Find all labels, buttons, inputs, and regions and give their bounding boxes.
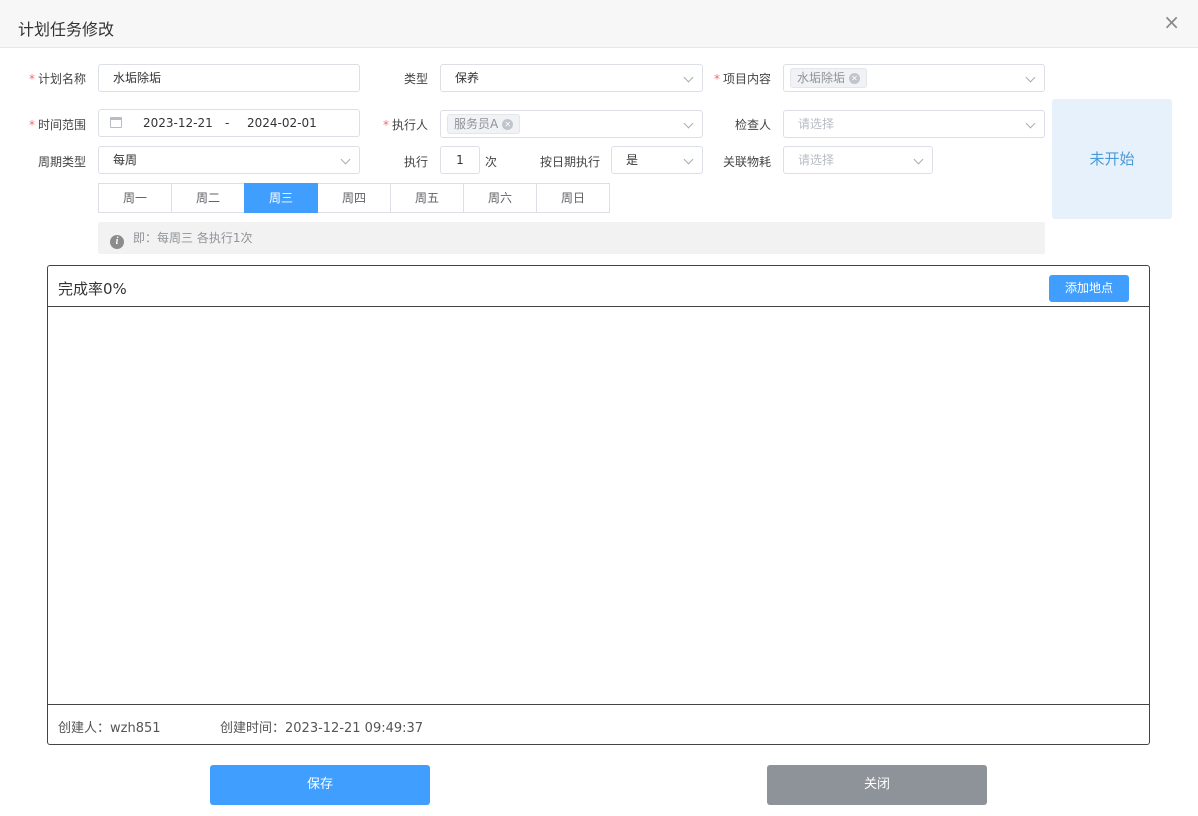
weekday-button[interactable]: 周日 bbox=[536, 183, 610, 213]
inspector-select[interactable]: 请选择 bbox=[783, 110, 1045, 138]
location-list bbox=[48, 307, 1149, 705]
weekday-button[interactable]: 周四 bbox=[317, 183, 391, 213]
weekday-selector: 周一 周二 周三 周四 周五 周六 周日 bbox=[98, 183, 610, 213]
chevron-down-icon bbox=[913, 154, 924, 165]
item-content-tag: 水垢除垢 ✕ bbox=[790, 68, 868, 88]
location-panel: 完成率0% 添加地点 创建人：wzh851 创建时间：2023-12-21 09… bbox=[47, 265, 1150, 745]
by-date-label: 按日期执行 bbox=[539, 155, 600, 169]
time-range-picker[interactable]: 2023-12-21 - 2024-02-01 bbox=[98, 109, 360, 137]
execute-count-input[interactable]: 1 bbox=[440, 146, 480, 174]
hint-text: 即：每周三 各执行1次 bbox=[133, 231, 253, 245]
weekday-button[interactable]: 周三 bbox=[244, 183, 318, 213]
close-button[interactable]: 关闭 bbox=[767, 765, 987, 805]
calendar-icon bbox=[110, 117, 122, 128]
item-content-select[interactable]: 水垢除垢 ✕ bbox=[783, 64, 1045, 92]
creator-text: 创建人：wzh851 bbox=[58, 721, 161, 736]
chevron-down-icon bbox=[683, 118, 694, 129]
schedule-hint: i 即：每周三 各执行1次 bbox=[98, 222, 1045, 254]
info-icon: i bbox=[110, 235, 124, 249]
weekday-button[interactable]: 周六 bbox=[463, 183, 537, 213]
cycle-type-select[interactable]: 每周 bbox=[98, 146, 360, 174]
inspector-label: 检查人 bbox=[734, 118, 771, 132]
tag-remove-icon[interactable]: ✕ bbox=[502, 119, 514, 130]
chevron-down-icon bbox=[340, 154, 351, 165]
panel-footer: 创建人：wzh851 创建时间：2023-12-21 09:49:37 bbox=[48, 704, 1149, 744]
created-time-text: 创建时间：2023-12-21 09:49:37 bbox=[220, 721, 424, 736]
execute-unit: 次 bbox=[485, 155, 498, 169]
chevron-down-icon bbox=[683, 72, 694, 83]
type-select[interactable]: 保养 bbox=[440, 64, 703, 92]
executor-label: * 执行人 bbox=[382, 118, 428, 132]
add-location-button[interactable]: 添加地点 bbox=[1049, 275, 1129, 302]
weekday-button[interactable]: 周二 bbox=[171, 183, 245, 213]
chevron-down-icon bbox=[1025, 118, 1036, 129]
time-range-label: * 时间范围 bbox=[28, 118, 86, 132]
weekday-button[interactable]: 周一 bbox=[98, 183, 172, 213]
save-button[interactable]: 保存 bbox=[210, 765, 430, 805]
dialog-title: 计划任务修改 bbox=[18, 20, 115, 39]
materials-label: 关联物耗 bbox=[722, 155, 771, 169]
chevron-down-icon bbox=[1025, 72, 1036, 83]
end-date[interactable]: 2024-02-01 bbox=[247, 110, 317, 136]
chevron-down-icon bbox=[683, 154, 694, 165]
executor-tag: 服务员A ✕ bbox=[447, 114, 521, 134]
date-separator: - bbox=[225, 116, 230, 130]
type-label: 类型 bbox=[403, 72, 428, 86]
by-date-select[interactable]: 是 bbox=[611, 146, 703, 174]
cycle-type-label: 周期类型 bbox=[37, 155, 86, 169]
close-icon[interactable]: × bbox=[1163, 12, 1180, 32]
materials-select[interactable]: 请选择 bbox=[783, 146, 933, 174]
completion-rate: 完成率0% bbox=[58, 280, 127, 298]
executor-select[interactable]: 服务员A ✕ bbox=[440, 110, 703, 138]
execute-label: 执行 bbox=[403, 155, 428, 169]
tag-remove-icon[interactable]: ✕ bbox=[849, 73, 861, 84]
status-badge: 未开始 bbox=[1052, 99, 1172, 219]
start-date[interactable]: 2023-12-21 bbox=[143, 110, 213, 136]
plan-name-input[interactable]: 水垢除垢 bbox=[98, 64, 360, 92]
item-content-label: * 项目内容 bbox=[713, 72, 771, 86]
weekday-button[interactable]: 周五 bbox=[390, 183, 464, 213]
plan-name-label: * 计划名称 bbox=[28, 72, 86, 86]
panel-header: 完成率0% 添加地点 bbox=[48, 266, 1149, 307]
dialog-header: 计划任务修改 × bbox=[0, 0, 1198, 48]
